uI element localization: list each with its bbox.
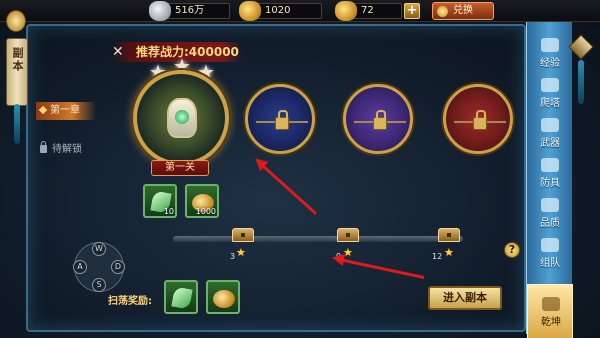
ornament-diamond-icon <box>568 34 594 60</box>
dpad-left-key[interactable]: A <box>73 260 87 274</box>
exchange-button[interactable]: 兑换 <box>432 2 494 20</box>
reward-slot[interactable]: 1000 <box>185 184 219 218</box>
menu-item-tower[interactable]: 爬塔 <box>531 74 569 112</box>
chest-star-requirement: 3 <box>230 252 236 261</box>
sweep-reward-label: 扫荡奖励: <box>108 296 152 307</box>
sweep-reward-slot[interactable] <box>206 280 240 314</box>
recharge-plus-button[interactable]: + <box>404 3 420 19</box>
tassel-icon <box>578 60 584 104</box>
menu-label: 经验 <box>540 58 560 69</box>
gold-amount: 1020 <box>265 5 291 16</box>
stage-2-locked[interactable] <box>245 84 315 154</box>
menu-label: 武器 <box>540 138 560 149</box>
leaf-item-icon <box>171 286 193 310</box>
star-chest-icon[interactable] <box>337 228 359 242</box>
silver-amount: 516万 <box>175 5 205 16</box>
armor-icon <box>541 158 559 172</box>
menu-label: 防具 <box>540 178 560 189</box>
ingot-counter: 72 <box>335 1 402 21</box>
tassel-icon <box>14 104 20 144</box>
chest-star-requirement: 12 <box>432 252 443 261</box>
silver-counter: 516万 <box>149 1 230 21</box>
game-screen: 516万 1020 72 + 兑换 副本 第一章 待解锁 ✕ 推荐战力:4000… <box>0 0 600 338</box>
reward-slot[interactable]: 10 <box>143 184 177 218</box>
padlock-icon <box>275 110 289 130</box>
menu-label: 组队 <box>540 258 560 269</box>
chapter-tab-1[interactable]: 第一章 <box>36 102 96 120</box>
menu-item-team[interactable]: 组队 <box>531 234 569 272</box>
dpad-down-key[interactable]: S <box>92 278 106 292</box>
star-chest-icon[interactable] <box>232 228 254 242</box>
virtual-dpad[interactable]: W A D S <box>73 242 125 292</box>
stage-1-name: 第一关 <box>151 160 209 176</box>
menu-label: 乾坤 <box>541 317 561 328</box>
gold-bar-icon <box>239 1 261 21</box>
menu-item-experience[interactable]: 经验 <box>531 34 569 72</box>
enter-dungeon-button[interactable]: 进入副本 <box>428 286 502 310</box>
stage-3-locked[interactable] <box>343 84 413 154</box>
padlock-icon <box>473 110 487 130</box>
exchange-label: 兑换 <box>453 5 473 16</box>
ornament-knob-icon <box>6 10 26 32</box>
gem-icon <box>175 110 189 124</box>
lock-icon <box>40 141 47 153</box>
menu-item-weapon[interactable]: 武器 <box>531 114 569 152</box>
dungeon-scroll-label: 副本 <box>11 47 24 73</box>
team-icon <box>541 238 559 252</box>
chapter-locked-label: 待解锁 <box>52 144 82 155</box>
sweep-reward-slot[interactable] <box>164 280 198 314</box>
exchange-coin-icon <box>437 6 448 17</box>
menu-item-qiankun-active[interactable]: 乾坤 <box>527 284 573 338</box>
help-button[interactable]: ? <box>504 242 520 258</box>
ingot-amount: 72 <box>361 5 374 16</box>
reward-count: 1000 <box>195 207 216 216</box>
menu-label: 品质 <box>540 218 560 229</box>
menu-label: 爬塔 <box>540 98 560 109</box>
star-icon: ★ <box>444 246 454 259</box>
menu-item-quality[interactable]: 品质 <box>531 194 569 232</box>
star-chest-icon[interactable] <box>438 228 460 242</box>
weapon-icon <box>541 118 559 132</box>
star-icon: ★ <box>236 246 246 259</box>
stage-4-locked[interactable] <box>443 84 513 154</box>
dpad-right-key[interactable]: D <box>111 260 125 274</box>
resource-bar: 516万 1020 72 + 兑换 <box>0 0 600 22</box>
coins-item-icon <box>213 290 235 308</box>
dungeon-category-menu: 经验 爬塔 武器 防具 品质 组队 乾坤 <box>526 22 573 338</box>
stage-1-medallion[interactable] <box>133 70 229 166</box>
quality-icon <box>541 198 559 212</box>
reward-count: 10 <box>163 207 174 216</box>
gold-counter: 1020 <box>239 1 322 21</box>
star-progress-bar <box>173 236 463 242</box>
menu-item-qiankun: 乾坤 <box>532 293 570 331</box>
menu-item-armor[interactable]: 防具 <box>531 154 569 192</box>
gold-ingot-icon <box>335 1 357 21</box>
qiankun-icon <box>542 297 560 311</box>
chapter-tab-locked[interactable]: 待解锁 <box>40 140 82 155</box>
dpad-up-key[interactable]: W <box>92 242 106 256</box>
silver-coin-icon <box>149 1 171 21</box>
crossed-swords-icon: ✕ <box>112 44 124 60</box>
dungeon-scroll-tab[interactable]: 副本 <box>6 38 28 106</box>
padlock-icon <box>373 110 387 130</box>
experience-icon <box>541 38 559 52</box>
tower-icon <box>541 78 559 92</box>
